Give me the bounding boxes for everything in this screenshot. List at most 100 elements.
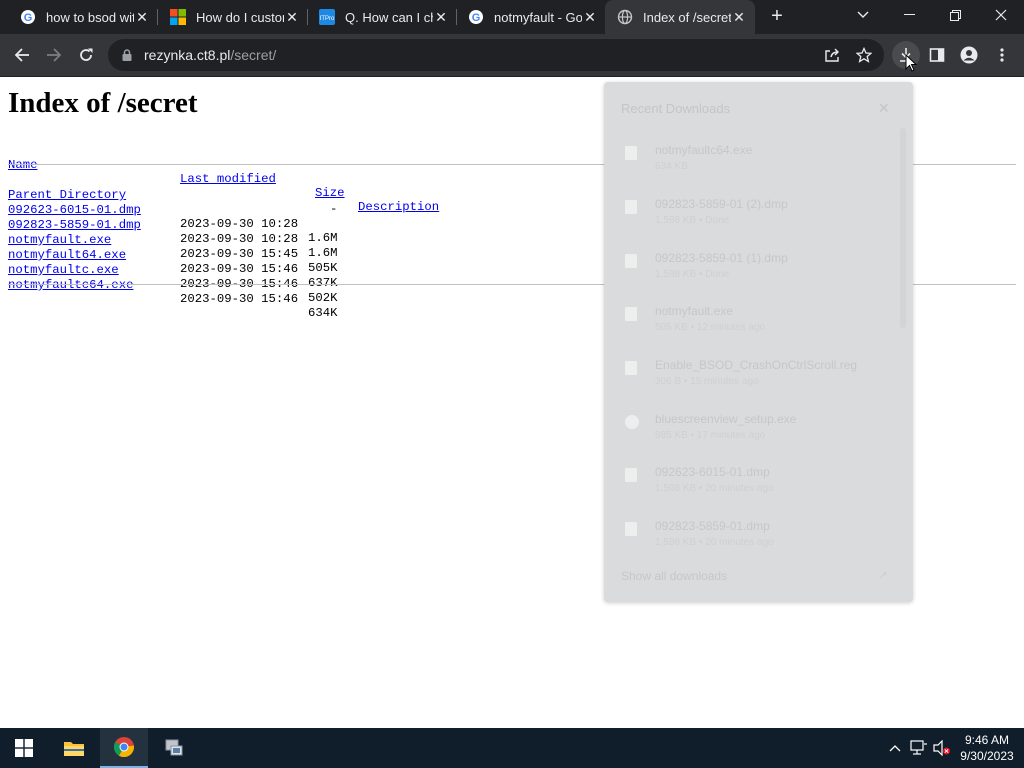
downloads-bubble: Recent Downloads ✕ notmyfaultc64.exe 634… bbox=[604, 82, 913, 602]
reload-button[interactable] bbox=[72, 41, 100, 69]
computer-icon bbox=[165, 739, 183, 756]
parent-directory-row: Parent Directory - bbox=[8, 174, 348, 216]
close-icon[interactable]: ✕ bbox=[731, 9, 747, 25]
network-app-button[interactable] bbox=[150, 728, 198, 768]
google-icon: G bbox=[20, 9, 36, 25]
exe-file-icon bbox=[625, 307, 637, 321]
sort-by-name-link[interactable]: Name bbox=[8, 158, 38, 172]
clock-time: 9:46 AM bbox=[964, 733, 1010, 747]
file-icon bbox=[625, 522, 637, 536]
sort-by-description-link[interactable]: Description bbox=[358, 200, 439, 214]
close-icon[interactable]: ✕ bbox=[582, 9, 598, 25]
file-icon bbox=[625, 468, 637, 482]
downloads-title: Recent Downloads bbox=[621, 101, 731, 116]
download-name: 092823-5859-01 (2).dmp bbox=[655, 197, 788, 211]
taskbar-clock[interactable]: 9:46 AM 9/30/2023 bbox=[956, 732, 1018, 764]
url-host: rezynka.ct8.pl bbox=[144, 47, 231, 63]
show-all-downloads-link[interactable]: Show all downloads bbox=[621, 569, 727, 583]
itpro-icon: ITPro bbox=[319, 9, 335, 25]
tab-title: Index of /secret bbox=[643, 9, 731, 25]
volume-muted-icon[interactable] bbox=[933, 739, 951, 757]
tab-how-do-i-custom[interactable]: How do I custor ✕ bbox=[158, 0, 308, 34]
close-icon[interactable]: ✕ bbox=[284, 9, 300, 25]
table-row: notmyfault.exe 2023-09-30 15:45 505K bbox=[8, 219, 348, 275]
download-name: 092623-6015-01.dmp bbox=[655, 465, 770, 479]
star-icon bbox=[856, 47, 872, 63]
chevron-up-icon[interactable] bbox=[886, 739, 904, 757]
windows-icon bbox=[15, 739, 33, 757]
tab-notmyfault[interactable]: G notmyfault - Go ✕ bbox=[456, 0, 606, 34]
download-name: 092823-5859-01.dmp bbox=[655, 519, 770, 533]
download-item[interactable]: bluescreenview_setup.exe 985 KB • 17 min… bbox=[604, 405, 904, 459]
download-item[interactable]: notmyfault.exe 505 KB • 12 minutes ago bbox=[604, 297, 904, 351]
download-item[interactable]: 092823-5859-01.dmp 1,598 KB • 20 minutes… bbox=[604, 512, 904, 566]
file-link[interactable]: notmyfaultc64.exe bbox=[8, 278, 133, 292]
download-item[interactable]: Enable_BSOD_CrashOnCtrlScroll.reg 306 B … bbox=[604, 351, 904, 405]
folder-icon bbox=[64, 742, 84, 756]
more-vert-icon bbox=[1000, 48, 1004, 62]
reg-file-icon bbox=[625, 361, 637, 375]
url-path: /secret/ bbox=[230, 47, 277, 63]
file-icon bbox=[625, 200, 637, 214]
minimize-button[interactable] bbox=[886, 0, 932, 30]
arrow-right-icon bbox=[47, 48, 62, 62]
tab-search-button[interactable] bbox=[840, 0, 886, 30]
chrome-taskbar-button[interactable] bbox=[100, 728, 148, 768]
file-explorer-button[interactable] bbox=[50, 728, 98, 768]
menu-button[interactable] bbox=[988, 41, 1016, 69]
download-meta: 1,598 KB • 20 minutes ago bbox=[655, 537, 774, 548]
download-meta: 985 KB • 17 minutes ago bbox=[655, 430, 766, 441]
arrow-left-icon bbox=[14, 48, 29, 62]
download-meta: 1,598 KB • 20 minutes ago bbox=[655, 483, 774, 494]
clock-date: 9/30/2023 bbox=[960, 749, 1014, 763]
table-row: notmyfault64.exe 2023-09-30 15:46 637K bbox=[8, 234, 348, 290]
table-row: notmyfaultc64.exe 2023-09-30 15:46 634K bbox=[8, 264, 348, 320]
download-item[interactable]: notmyfaultc64.exe 634 KB bbox=[604, 136, 904, 190]
lock-icon[interactable] bbox=[120, 48, 134, 62]
download-name: bluescreenview_setup.exe bbox=[655, 412, 797, 426]
globe-icon bbox=[617, 9, 633, 25]
download-meta: 1,598 KB • Done bbox=[655, 215, 730, 226]
restore-button[interactable] bbox=[932, 0, 978, 30]
open-external-icon[interactable]: ↗ bbox=[878, 568, 892, 582]
download-meta: 306 B • 15 minutes ago bbox=[655, 376, 759, 387]
file-modified: 2023-09-30 15:46 bbox=[180, 292, 299, 306]
download-meta: 505 KB • 12 minutes ago bbox=[655, 322, 766, 333]
address-bar[interactable]: rezynka.ct8.pl/secret/ bbox=[108, 39, 884, 71]
share-button[interactable] bbox=[822, 45, 842, 65]
close-window-button[interactable] bbox=[978, 0, 1024, 30]
setup-file-icon bbox=[625, 415, 639, 429]
svg-text:ITPro: ITPro bbox=[320, 16, 335, 22]
close-icon[interactable]: ✕ bbox=[433, 9, 449, 25]
start-button[interactable] bbox=[0, 728, 48, 768]
download-item[interactable]: 092823-5859-01 (1).dmp 1,598 KB • Done bbox=[604, 244, 904, 298]
profile-button[interactable] bbox=[955, 41, 983, 69]
download-meta: 634 KB bbox=[655, 161, 688, 172]
close-icon[interactable]: ✕ bbox=[134, 9, 150, 25]
forward-button[interactable] bbox=[40, 41, 68, 69]
tab-how-can-i-change[interactable]: ITPro Q. How can I ch ✕ bbox=[307, 0, 457, 34]
back-button[interactable] bbox=[8, 41, 36, 69]
table-row: 092823-5859-01.dmp 2023-09-30 10:28 1.6M bbox=[8, 204, 348, 260]
avatar-icon bbox=[960, 46, 978, 64]
bookmark-button[interactable] bbox=[854, 45, 874, 65]
file-icon bbox=[625, 254, 637, 268]
google-icon: G bbox=[468, 9, 484, 25]
download-item[interactable]: 092623-6015-01.dmp 1,598 KB • 20 minutes… bbox=[604, 458, 904, 512]
file-size: 502K bbox=[308, 291, 338, 305]
network-icon[interactable] bbox=[910, 739, 928, 757]
svg-text:G: G bbox=[472, 12, 481, 24]
tab-how-to-bsod[interactable]: G how to bsod wit ✕ bbox=[8, 0, 158, 34]
taskbar: 9:46 AM 9/30/2023 bbox=[0, 728, 1024, 768]
restore-icon bbox=[949, 9, 961, 21]
new-tab-button[interactable]: + bbox=[766, 6, 788, 28]
tab-title: Q. How can I ch bbox=[345, 9, 433, 25]
close-icon[interactable]: ✕ bbox=[878, 100, 890, 117]
download-meta: 1,598 KB • Done bbox=[655, 269, 730, 280]
chevron-down-icon bbox=[857, 11, 869, 18]
download-item[interactable]: 092823-5859-01 (2).dmp 1,598 KB • Done bbox=[604, 190, 904, 244]
download-name: Enable_BSOD_CrashOnCtrlScroll.reg bbox=[655, 358, 858, 372]
side-panel-button[interactable] bbox=[923, 41, 951, 69]
table-row: 092623-6015-01.dmp 2023-09-30 10:28 1.6M bbox=[8, 189, 348, 245]
tab-index-of-secret[interactable]: Index of /secret ✕ bbox=[605, 0, 755, 34]
